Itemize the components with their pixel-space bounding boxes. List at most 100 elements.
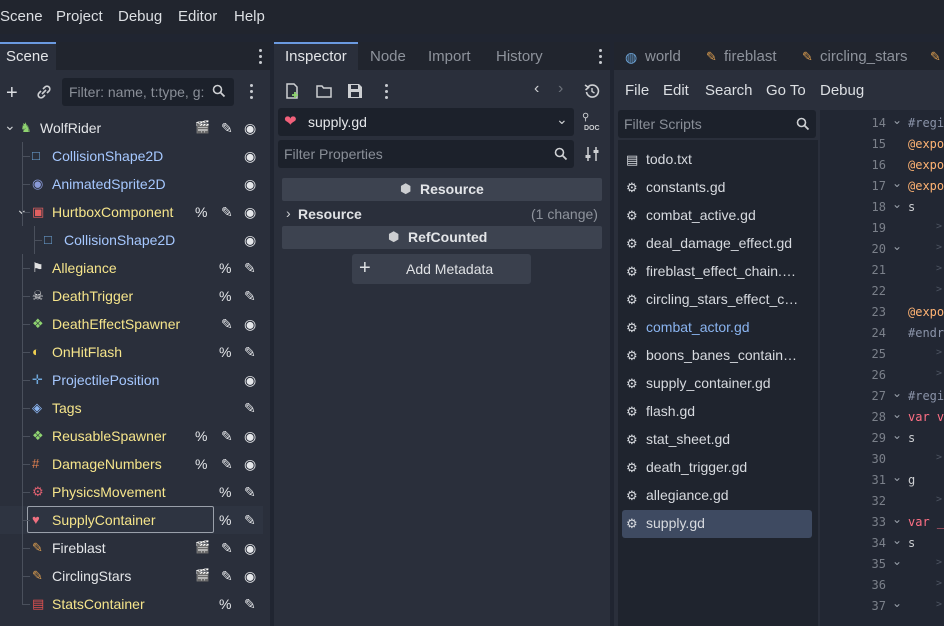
unique-name-icon[interactable]: % — [219, 512, 231, 528]
open-folder-icon[interactable] — [316, 84, 332, 98]
menu-help[interactable]: Help — [234, 8, 265, 25]
unique-name-icon[interactable]: % — [195, 204, 207, 220]
script-icon[interactable]: ✎ — [221, 568, 233, 585]
inspector-dock-menu-icon[interactable] — [599, 49, 603, 65]
scene-node-row[interactable]: ❖ DeathEffectSpawner ✎ ◉ — [0, 310, 270, 338]
tab-world[interactable]: world — [645, 48, 681, 65]
scene-scrollbar[interactable] — [263, 112, 270, 626]
doc-search-icon[interactable]: ⚲ — [582, 112, 589, 123]
script-list-item[interactable]: ▤ todo.txt — [622, 146, 812, 174]
instance-icon[interactable]: 🎬 — [195, 120, 210, 134]
scene-node-row[interactable]: ✎ CirclingStars 🎬 ✎ ◉ — [0, 562, 270, 590]
script-list-item[interactable]: ⚙ death_trigger.gd — [622, 454, 812, 482]
object-history-icon[interactable] — [584, 83, 600, 99]
visibility-eye-icon[interactable]: ◉ — [244, 372, 256, 389]
script-icon[interactable]: ✎ — [244, 344, 256, 361]
filter-properties-input[interactable]: Filter Properties — [278, 140, 574, 168]
unique-name-icon[interactable]: % — [219, 344, 231, 360]
unique-name-icon[interactable]: % — [219, 288, 231, 304]
unique-name-icon[interactable]: % — [219, 596, 231, 612]
script-list-item[interactable]: ⚙ fireblast_effect_chain.… — [622, 258, 812, 286]
history-forward-icon[interactable]: › — [558, 80, 563, 98]
script-list-item[interactable]: ⚙ allegiance.gd — [622, 482, 812, 510]
tab-fireblast[interactable]: fireblast — [724, 48, 777, 65]
visibility-eye-icon[interactable]: ◉ — [244, 540, 256, 557]
property-options-icon[interactable] — [584, 146, 600, 162]
new-resource-icon[interactable] — [284, 83, 300, 99]
instance-icon[interactable]: 🎬 — [195, 568, 210, 582]
menu-edit[interactable]: Edit — [663, 82, 689, 99]
script-icon[interactable]: ✎ — [221, 428, 233, 445]
menu-debug[interactable]: Debug — [820, 82, 864, 99]
menu-project[interactable]: Project — [56, 8, 103, 25]
scene-node-row[interactable]: ⌄▣HurtboxComponent%✎◉ — [0, 198, 270, 226]
scene-filter-input[interactable]: Filter: name, t:type, g: — [62, 78, 234, 106]
script-list-item[interactable]: ⚙ supply_container.gd — [622, 370, 812, 398]
fold-arrow-icon[interactable]: ⌄ — [892, 176, 902, 190]
resource-options-icon[interactable] — [385, 84, 389, 100]
script-list-item[interactable]: ⚙ circling_stars_effect_c… — [622, 286, 812, 314]
scene-node-row[interactable]: ◐ OnHitFlash% ✎ — [0, 338, 270, 366]
visibility-eye-icon[interactable]: ◉ — [244, 428, 256, 445]
fold-arrow-icon[interactable]: ⌄ — [892, 386, 902, 400]
scene-node-row[interactable]: ✛ ProjectilePosition ◉ — [0, 366, 270, 394]
scene-node-row[interactable]: ⌄ ♞ WolfRider 🎬 ✎ ◉ — [0, 114, 270, 142]
filter-scripts-input[interactable]: Filter Scripts — [618, 110, 816, 138]
unique-name-icon[interactable]: % — [195, 456, 207, 472]
visibility-eye-icon[interactable]: ◉ — [244, 204, 256, 221]
script-list-item[interactable]: ⚙ flash.gd — [622, 398, 812, 426]
menu-scene[interactable]: Scene — [0, 8, 43, 25]
script-icon[interactable]: ✎ — [244, 288, 256, 305]
script-list-item[interactable]: ⚙ supply.gd — [622, 510, 812, 538]
section-resource-header[interactable]: ⬢ Resource — [282, 178, 602, 201]
fold-arrow-icon[interactable]: ⌄ — [892, 512, 902, 526]
script-list-item[interactable]: ⚙ constants.gd — [622, 174, 812, 202]
fold-arrow-icon[interactable]: ⌄ — [892, 554, 902, 568]
scene-node-row[interactable]: ◉ AnimatedSprite2D ◉ — [0, 170, 270, 198]
script-icon[interactable]: ✎ — [221, 204, 233, 221]
instance-icon[interactable]: 🎬 — [195, 540, 210, 554]
code-editor[interactable]: 14 ⌄ #regi 15 @expo 16 @expo 17 ⌄ @expo 18 ⌄ s 19 >| 20… — [820, 110, 944, 626]
unique-name-icon[interactable]: % — [219, 484, 231, 500]
tab-inspector[interactable]: Inspector — [285, 48, 347, 65]
script-list-item[interactable]: ⚙ combat_actor.gd — [622, 314, 812, 342]
menu-search[interactable]: Search — [705, 82, 753, 99]
visibility-eye-icon[interactable]: ◉ — [244, 120, 256, 137]
resource-picker[interactable]: ❤ supply.gd ⌄ — [278, 108, 574, 136]
visibility-eye-icon[interactable]: ◉ — [244, 232, 256, 249]
scene-node-row[interactable]: ⚙ PhysicsMovement% ✎ — [0, 478, 270, 506]
unique-name-icon[interactable]: % — [219, 260, 231, 276]
scene-node-row[interactable]: ♥ SupplyContainer% ✎ — [0, 506, 270, 534]
scene-node-row[interactable]: ✎ Fireblast 🎬 ✎ ◉ — [0, 534, 270, 562]
scene-node-row[interactable]: ☠ DeathTrigger% ✎ — [0, 282, 270, 310]
add-metadata-button[interactable]: + Add Metadata — [352, 254, 531, 284]
menu-file[interactable]: File — [625, 82, 649, 99]
section-refcounted-header[interactable]: ⬢ RefCounted — [282, 226, 602, 249]
visibility-eye-icon[interactable]: ◉ — [244, 316, 256, 333]
visibility-eye-icon[interactable]: ◉ — [244, 568, 256, 585]
scene-node-row[interactable]: □ CollisionShape2D ◉ — [0, 226, 270, 254]
visibility-eye-icon[interactable]: ◉ — [244, 148, 256, 165]
save-icon[interactable] — [347, 83, 363, 99]
scene-node-row[interactable]: □ CollisionShape2D ◉ — [0, 142, 270, 170]
history-back-icon[interactable]: ‹ — [534, 80, 539, 98]
scene-node-row[interactable]: # DamageNumbers% ✎ ◉ — [0, 450, 270, 478]
scene-dock-menu-icon[interactable] — [259, 49, 263, 65]
script-icon[interactable]: ✎ — [244, 260, 256, 277]
script-icon[interactable]: ✎ — [221, 456, 233, 473]
scene-node-row[interactable]: ⚑ Allegiance% ✎ — [0, 254, 270, 282]
script-icon[interactable]: ✎ — [221, 540, 233, 557]
menu-debug[interactable]: Debug — [118, 8, 162, 25]
menu-goto[interactable]: Go To — [766, 82, 806, 99]
tab-history[interactable]: History — [496, 48, 543, 65]
scene-node-row[interactable]: ▤ StatsContainer% ✎ — [0, 590, 270, 618]
scene-node-row[interactable]: ◈ Tags ✎ — [0, 394, 270, 422]
fold-arrow-icon[interactable]: ⌄ — [892, 197, 902, 211]
fold-arrow-icon[interactable]: ⌄ — [892, 470, 902, 484]
fold-arrow-icon[interactable]: ⌄ — [892, 239, 902, 253]
script-icon[interactable]: ✎ — [244, 484, 256, 501]
fold-arrow-icon[interactable]: ⌄ — [892, 596, 902, 610]
script-list-item[interactable]: ⚙ stat_sheet.gd — [622, 426, 812, 454]
script-list-item[interactable]: ⚙ combat_active.gd — [622, 202, 812, 230]
script-icon[interactable]: ✎ — [244, 596, 256, 613]
